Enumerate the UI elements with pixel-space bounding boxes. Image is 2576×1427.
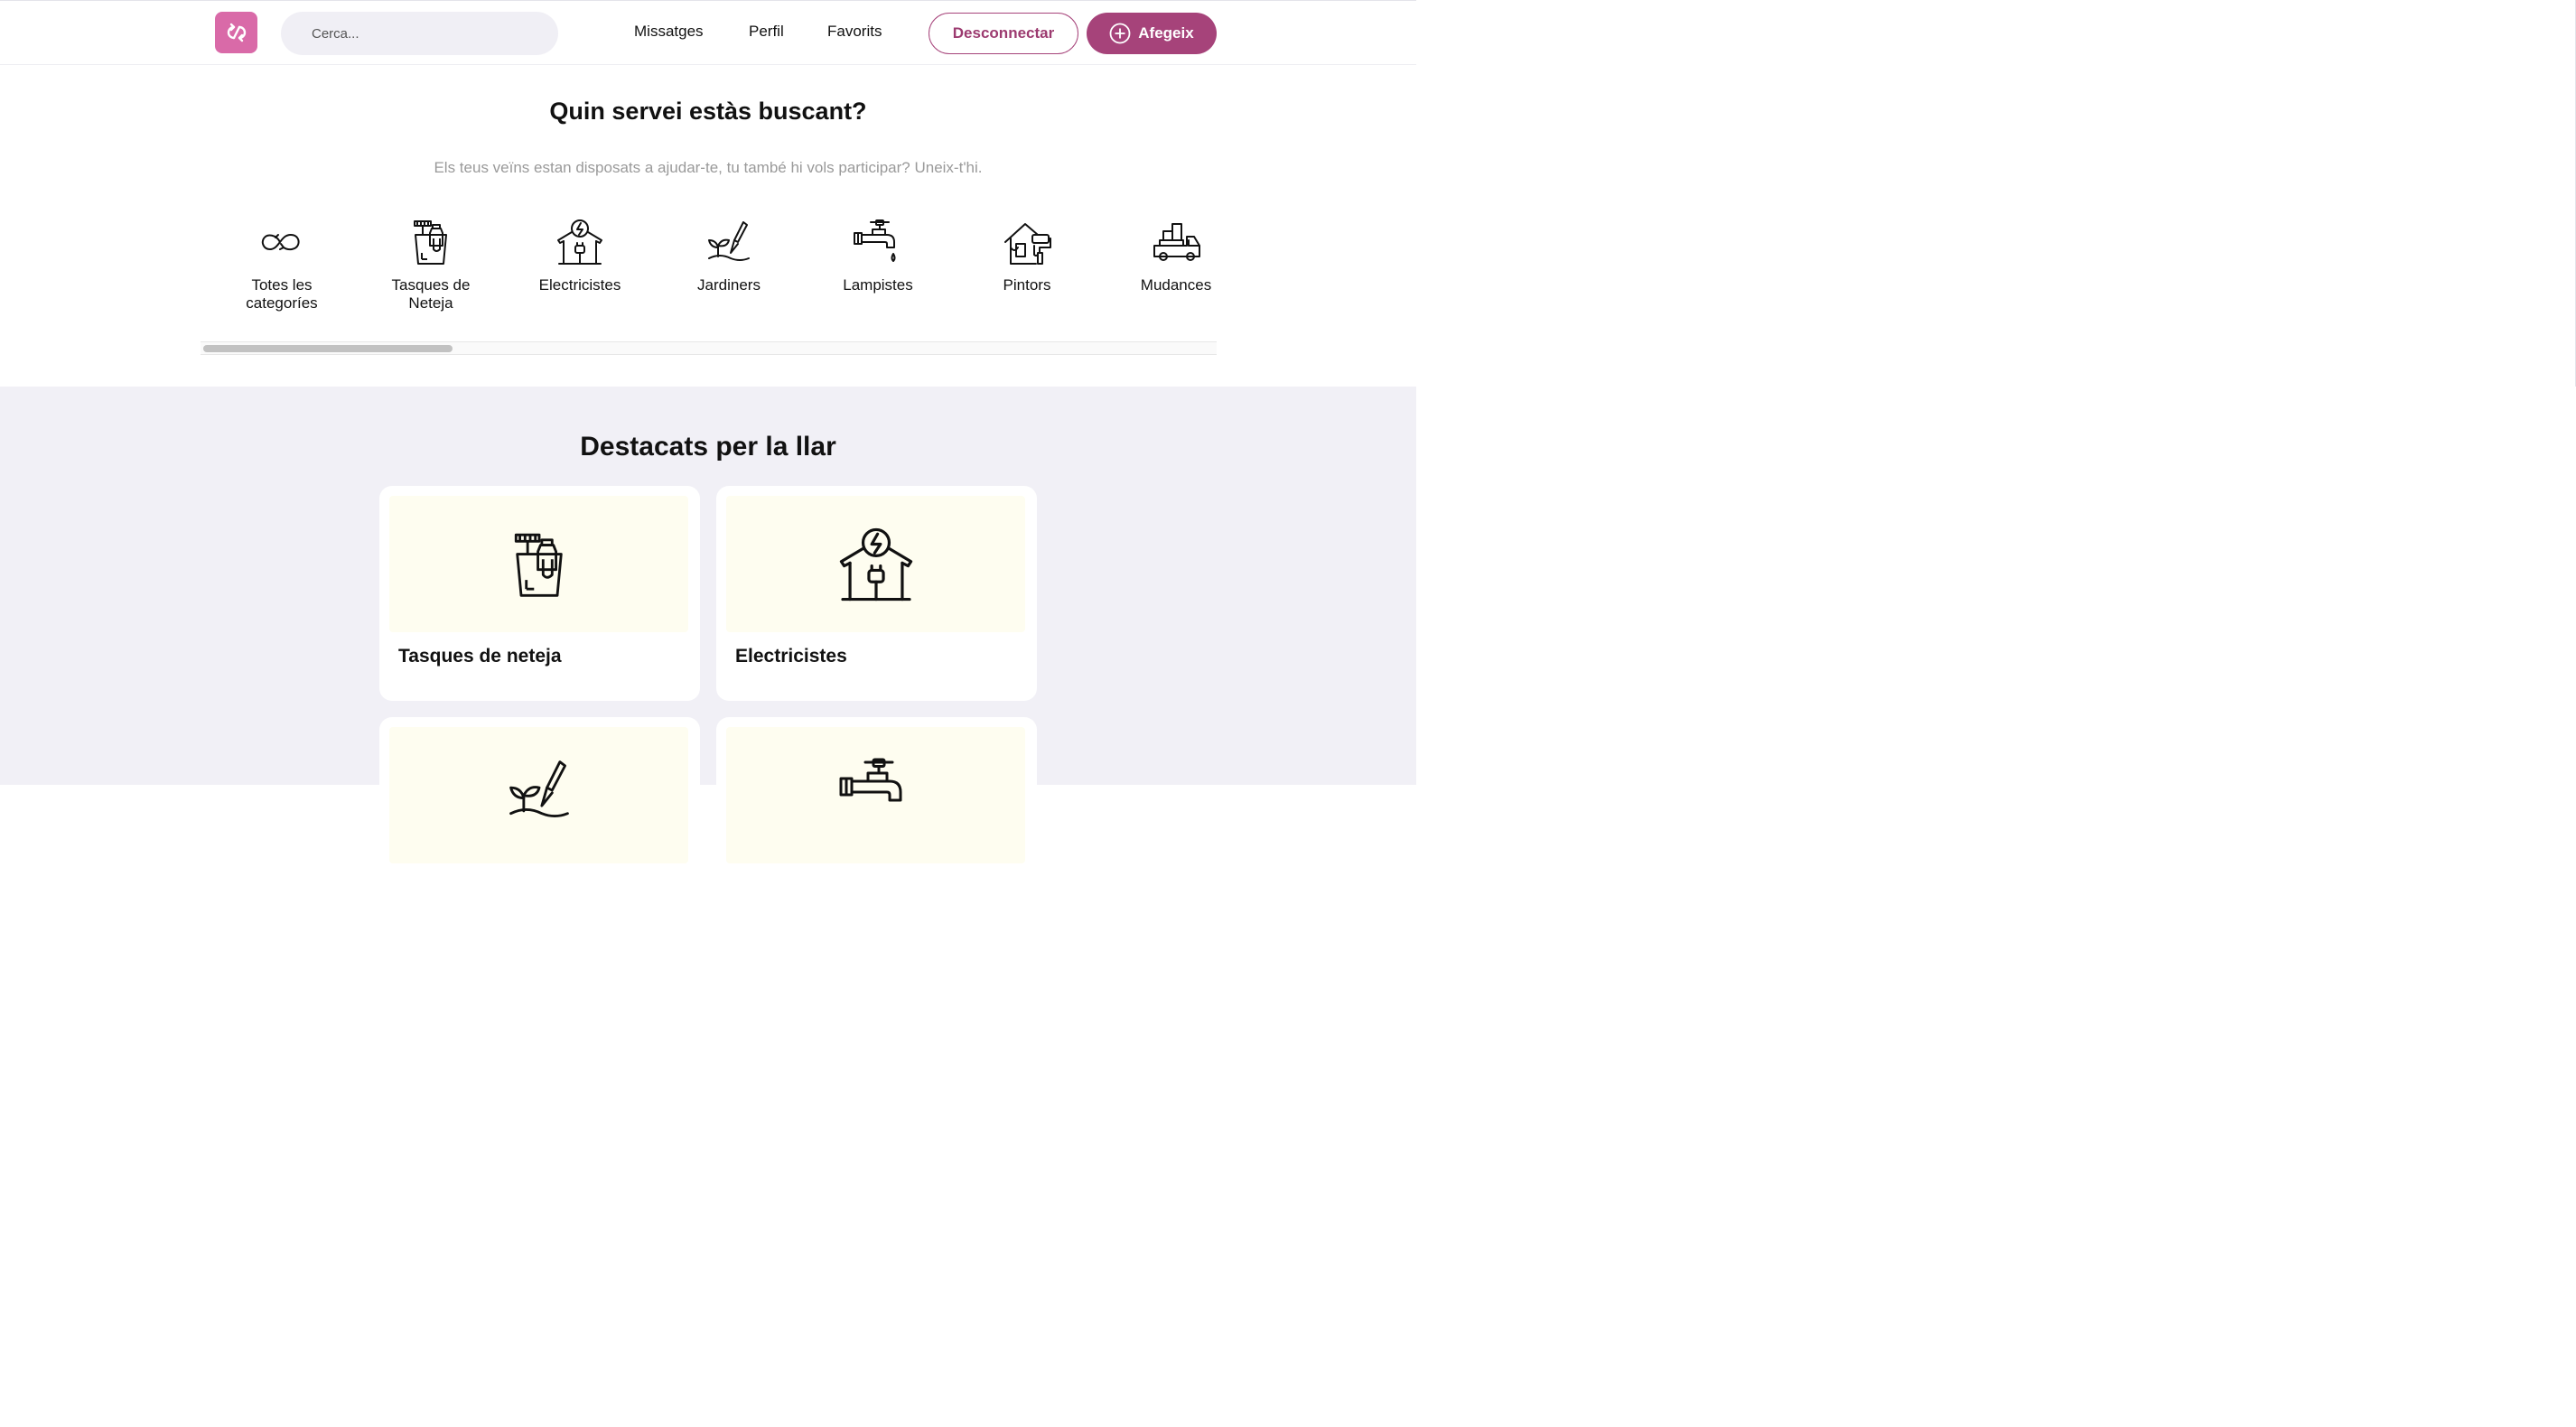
category-electricians[interactable]: Electricistes bbox=[512, 217, 648, 294]
scrollbar-thumb[interactable] bbox=[203, 345, 453, 352]
category-all[interactable]: Totes les categoríes bbox=[214, 217, 350, 312]
featured-title: Destacats per la llar bbox=[580, 432, 836, 462]
category-label: Electricistes bbox=[538, 276, 621, 294]
gardening-icon bbox=[708, 221, 750, 261]
logout-button-label: Desconnectar bbox=[952, 24, 1055, 42]
category-moving[interactable]: Mudances bbox=[1108, 217, 1244, 294]
cleaning-bucket-icon bbox=[514, 533, 563, 597]
gardening-icon bbox=[509, 760, 569, 817]
nav-link-profile[interactable]: Perfil bbox=[749, 23, 784, 41]
faucet-icon bbox=[854, 219, 896, 262]
nav-link-messages[interactable]: Missatges bbox=[634, 23, 704, 41]
category-list: Totes les categoríes Tasques de Neteja Ele… bbox=[201, 217, 1217, 325]
plus-circle-icon bbox=[1109, 23, 1131, 44]
category-label: Tasques de Neteja bbox=[391, 276, 471, 312]
hero-subtitle: Els teus veïns estan disposats a ajudar-… bbox=[434, 159, 983, 176]
featured-card-electricians[interactable]: Electricistes bbox=[716, 486, 1037, 701]
card-image bbox=[389, 496, 688, 632]
navbar: Missatges Perfil Favorits Desconnectar A… bbox=[0, 0, 1416, 65]
category-gardeners[interactable]: Jardiners bbox=[661, 217, 797, 294]
electric-house-icon bbox=[839, 527, 912, 601]
featured-card-cleaning[interactable]: Tasques de neteja bbox=[379, 486, 700, 701]
featured-section: Destacats per la llar Tasques de neteja bbox=[0, 387, 1416, 932]
category-cleaning[interactable]: Tasques de Neteja bbox=[363, 217, 499, 312]
category-scrollbar[interactable] bbox=[201, 341, 1217, 355]
card-image bbox=[389, 727, 688, 863]
card-image bbox=[726, 727, 1025, 863]
category-label: Mudances bbox=[1140, 276, 1212, 294]
add-button-label: Afegeix bbox=[1138, 24, 1194, 42]
featured-card-gardeners[interactable] bbox=[379, 717, 700, 932]
cleaning-bucket-icon bbox=[414, 220, 447, 265]
featured-card-plumbers[interactable] bbox=[716, 717, 1037, 932]
add-button[interactable]: Afegeix bbox=[1087, 13, 1217, 54]
faucet-icon bbox=[839, 758, 901, 802]
category-plumbers[interactable]: Lampistes bbox=[810, 217, 946, 294]
category-label: Totes les categoríes bbox=[246, 276, 318, 312]
infinity-loop-icon bbox=[261, 234, 300, 251]
recycle-loop-icon bbox=[227, 23, 246, 42]
card-image bbox=[726, 496, 1025, 632]
card-title: Electricistes bbox=[735, 646, 847, 667]
card-title: Tasques de neteja bbox=[398, 646, 562, 667]
logo[interactable] bbox=[215, 12, 257, 53]
category-label: Pintors bbox=[1003, 276, 1051, 294]
category-painters[interactable]: Pintors bbox=[959, 217, 1095, 294]
category-label: Lampistes bbox=[843, 276, 913, 294]
electric-house-icon bbox=[557, 219, 602, 265]
logout-button[interactable]: Desconnectar bbox=[929, 13, 1078, 54]
paint-house-icon bbox=[1004, 223, 1051, 265]
moving-truck-icon bbox=[1153, 223, 1200, 261]
hero-title: Quin servei estàs buscant? bbox=[549, 98, 867, 125]
category-label: Jardiners bbox=[697, 276, 761, 294]
search-input[interactable] bbox=[281, 12, 558, 55]
nav-link-favorites[interactable]: Favorits bbox=[827, 23, 882, 41]
